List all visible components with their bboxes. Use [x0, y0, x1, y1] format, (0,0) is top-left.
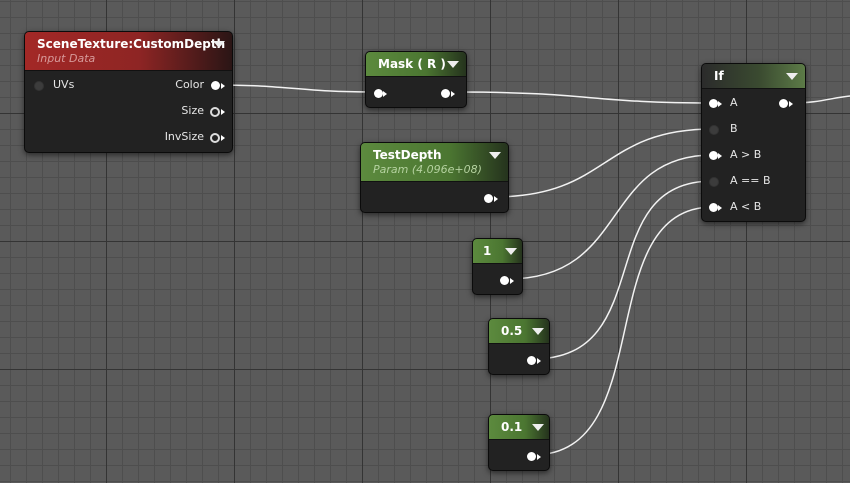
uvs-label: UVs	[53, 78, 75, 91]
testdepth-output-pin[interactable]	[484, 194, 493, 203]
mask-output-pin[interactable]	[441, 89, 450, 98]
wire-half-to-if-aeqb	[532, 180, 714, 360]
constant-half-node[interactable]: 0.5	[488, 318, 550, 375]
mask-header[interactable]: Mask ( R )	[366, 52, 466, 77]
if-input-aeqb-pin[interactable]	[709, 177, 719, 187]
testdepth-subtitle: Param (4.096e+08)	[373, 163, 482, 176]
collapse-chevron-icon[interactable]	[213, 41, 225, 48]
scene-texture-header[interactable]: SceneTexture:CustomDepth Input Data	[25, 32, 232, 71]
if-input-b-pin[interactable]	[709, 125, 719, 135]
constant-tenth-output-pin[interactable]	[527, 452, 536, 461]
constant-one-value: 1	[483, 244, 492, 258]
mask-title: Mask ( R )	[378, 57, 446, 71]
scene-texture-title: SceneTexture:CustomDepth	[37, 37, 226, 51]
if-input-b-label: B	[730, 122, 738, 135]
constant-one-node[interactable]: 1	[472, 238, 523, 295]
collapse-chevron-icon[interactable]	[532, 424, 544, 431]
if-output-arrow-icon	[789, 101, 793, 107]
size-output-arrow-icon	[221, 109, 225, 115]
mask-input-arrow-icon	[383, 91, 387, 97]
color-output-pin[interactable]	[211, 81, 220, 90]
testdepth-output-arrow-icon	[494, 196, 498, 202]
collapse-chevron-icon[interactable]	[489, 152, 501, 159]
if-input-agtb-pin[interactable]	[709, 151, 718, 160]
size-output-pin[interactable]	[210, 107, 220, 117]
constant-one-output-pin[interactable]	[500, 276, 509, 285]
constant-one-output-arrow-icon	[510, 278, 514, 284]
mask-node[interactable]: Mask ( R )	[365, 51, 467, 108]
uvs-input-pin[interactable]	[34, 81, 44, 91]
if-node[interactable]: If A B A > B A == B A < B	[701, 63, 806, 222]
if-input-aeqb-label: A == B	[730, 174, 771, 187]
mask-input-pin[interactable]	[374, 89, 383, 98]
collapse-chevron-icon[interactable]	[786, 73, 798, 80]
testdepth-title: TestDepth	[373, 148, 442, 162]
testdepth-header[interactable]: TestDepth Param (4.096e+08)	[361, 143, 508, 182]
if-input-altb-pin[interactable]	[709, 203, 718, 212]
constant-tenth-value: 0.1	[501, 420, 523, 434]
constant-half-value: 0.5	[501, 324, 523, 338]
wire-tenth-to-if-altb	[532, 206, 714, 456]
constant-half-header[interactable]: 0.5	[489, 319, 549, 344]
color-label: Color	[175, 78, 204, 91]
invsize-label: InvSize	[164, 130, 204, 143]
if-input-altb-arrow-icon	[718, 205, 722, 211]
if-input-a-arrow-icon	[718, 101, 722, 107]
scene-texture-subtitle: Input Data	[37, 52, 96, 65]
mask-output-arrow-icon	[451, 91, 455, 97]
wire-mask-to-if-a	[454, 91, 714, 104]
wire-testdepth-to-if-b	[492, 128, 714, 198]
if-input-agtb-label: A > B	[730, 148, 762, 161]
constant-half-output-pin[interactable]	[527, 356, 536, 365]
if-output-pin[interactable]	[779, 99, 788, 108]
collapse-chevron-icon[interactable]	[532, 328, 544, 335]
if-input-a-pin[interactable]	[709, 99, 718, 108]
scene-texture-node[interactable]: SceneTexture:CustomDepth Input Data UVs …	[24, 31, 233, 153]
constant-tenth-output-arrow-icon	[537, 454, 541, 460]
if-header[interactable]: If	[702, 64, 805, 89]
if-input-altb-label: A < B	[730, 200, 762, 213]
invsize-output-pin[interactable]	[210, 133, 220, 143]
constant-half-output-arrow-icon	[537, 358, 541, 364]
constant-tenth-header[interactable]: 0.1	[489, 415, 549, 440]
if-input-agtb-arrow-icon	[718, 153, 722, 159]
color-output-arrow-icon	[221, 83, 225, 89]
if-input-a-label: A	[730, 96, 738, 109]
constant-one-header[interactable]: 1	[473, 239, 522, 264]
wire-color-to-mask	[214, 84, 373, 93]
collapse-chevron-icon[interactable]	[505, 248, 517, 255]
constant-tenth-node[interactable]: 0.1	[488, 414, 550, 471]
if-title: If	[714, 69, 724, 83]
testdepth-node[interactable]: TestDepth Param (4.096e+08)	[360, 142, 509, 213]
wire-one-to-if-agtb	[507, 154, 714, 280]
collapse-chevron-icon[interactable]	[447, 61, 459, 68]
size-label: Size	[181, 104, 204, 117]
invsize-output-arrow-icon	[221, 135, 225, 141]
